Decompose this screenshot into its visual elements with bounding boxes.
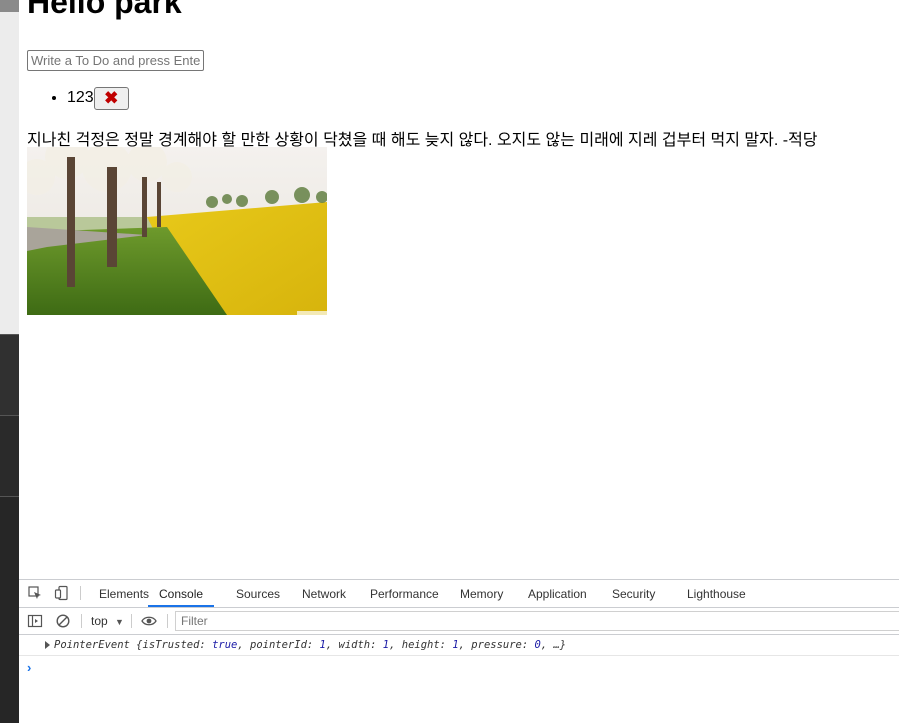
- context-selector[interactable]: top ▼: [91, 608, 124, 634]
- context-selector-label: top: [91, 614, 108, 628]
- strip-segment: [0, 496, 19, 723]
- tab-performance[interactable]: Performance: [370, 580, 439, 607]
- tab-memory[interactable]: Memory: [460, 580, 503, 607]
- delete-x-icon: ✖: [104, 88, 119, 108]
- log-key: , pressure:: [458, 639, 535, 651]
- strip-segment: [0, 0, 19, 12]
- log-value: true: [212, 639, 238, 651]
- tab-console[interactable]: Console: [148, 580, 215, 607]
- console-toolbar: top ▼: [19, 608, 899, 635]
- log-text: PointerEvent {isTrusted: true, pointerId…: [54, 639, 566, 651]
- strip-segment: [0, 334, 19, 415]
- log-prefix: PointerEvent {: [54, 639, 143, 651]
- log-key: , width:: [325, 639, 383, 651]
- todo-list: 123 ✖: [27, 86, 129, 110]
- console-filter-input[interactable]: [175, 611, 899, 631]
- tab-lighthouse[interactable]: Lighthouse: [687, 580, 746, 607]
- console-log-entry[interactable]: PointerEvent {isTrusted: true, pointerId…: [19, 635, 899, 656]
- log-key: isTrusted:: [142, 639, 213, 651]
- log-key: , pointerId:: [237, 639, 320, 651]
- clear-console-icon[interactable]: [55, 613, 71, 629]
- toolbar-divider: [131, 614, 132, 628]
- log-suffix: , …}: [540, 639, 567, 651]
- background-image: [27, 147, 327, 315]
- inspect-icon[interactable]: [27, 585, 43, 601]
- todo-input[interactable]: [27, 50, 204, 71]
- tab-security[interactable]: Security: [612, 580, 655, 607]
- adjacent-window-strip: [0, 0, 19, 723]
- todo-item: 123 ✖: [67, 86, 129, 110]
- expand-triangle-icon[interactable]: [45, 641, 50, 649]
- delete-todo-button[interactable]: ✖: [93, 86, 129, 110]
- tab-sources[interactable]: Sources: [236, 580, 280, 607]
- web-page: Hello park 123✖ 지나친 걱정은 정말 경계해야 할 만한 상황이…: [19, 0, 899, 579]
- toolbar-divider: [81, 614, 82, 628]
- tab-elements[interactable]: Elements: [99, 580, 149, 607]
- toolbar-divider: [167, 614, 168, 628]
- sidebar-toggle-icon[interactable]: [27, 613, 43, 629]
- log-key: , height:: [389, 639, 453, 651]
- tab-network[interactable]: Network: [302, 580, 346, 607]
- device-toggle-icon[interactable]: [54, 585, 70, 601]
- toolbar-divider: [80, 586, 81, 600]
- tab-application[interactable]: Application: [528, 580, 587, 607]
- strip-segment: [0, 415, 19, 496]
- devtools-panel: Elements Console Sources Network Perform…: [19, 579, 899, 723]
- console-prompt[interactable]: ›: [27, 660, 31, 675]
- dropdown-arrow-icon: ▼: [115, 617, 124, 627]
- devtools-tab-bar: Elements Console Sources Network Perform…: [19, 580, 899, 608]
- page-title: Hello park: [27, 0, 182, 20]
- todo-item-text: 123: [67, 89, 94, 106]
- eye-icon[interactable]: [141, 613, 157, 629]
- strip-segment: [0, 12, 19, 334]
